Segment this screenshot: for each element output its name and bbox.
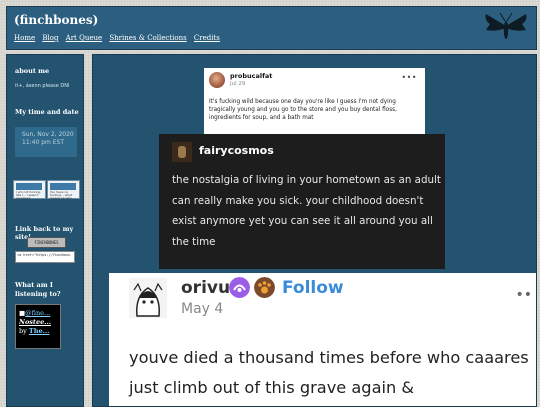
follow-button[interactable]: Follow (282, 278, 344, 298)
post-username[interactable]: orivu (181, 278, 230, 298)
post-body: It's fucking wild because one day you're… (209, 99, 397, 121)
avatar-figure (178, 146, 186, 158)
more-options-icon[interactable]: ••• (401, 73, 417, 82)
post-card: orivu Follow May 4 •• youve died a thous… (109, 273, 536, 406)
post-username[interactable]: probucalfat (230, 72, 272, 80)
post-card: fairycosmos the nostalgia of living in y… (159, 134, 445, 269)
about-heading: about me (15, 67, 50, 75)
stamp-text: You have no fucking... what means up why (50, 190, 73, 200)
post-date: May 4 (181, 301, 224, 317)
post-card: probucalfat Jul 29 ••• It's fucking wild… (204, 68, 425, 138)
avatar[interactable] (129, 278, 167, 318)
more-options-icon[interactable]: •• (515, 287, 532, 303)
sidebar: about me it+, ásenn please DNI My time a… (6, 54, 84, 407)
stamp-image-2[interactable]: You have no fucking... what means up why (47, 180, 80, 200)
moth-icon (485, 12, 527, 39)
stamp-text: I am not fucking like I... I wasn't equi… (16, 190, 41, 200)
site-button-badge[interactable]: FINCHBONES (27, 237, 66, 248)
stamp-image-1[interactable]: I am not fucking like I... I wasn't equi… (13, 180, 46, 200)
by-label: by (19, 327, 27, 335)
link-code-field[interactable]: <a href="https://finchbon. (15, 251, 75, 263)
now-playing-band-link[interactable]: The... (29, 327, 50, 335)
now-playing-artist-link[interactable]: @fine... (25, 309, 50, 317)
now-playing-widget: ■@fine... Nostee... by The... (15, 304, 61, 349)
stamp-bar (16, 183, 42, 190)
post-username[interactable]: fairycosmos (199, 144, 274, 157)
site-header: (finchbones) Home Blog Art Queue Shrines… (6, 6, 537, 50)
clock-date: Sun, Nov 2, 2020 (22, 131, 74, 138)
nav-shrines-link[interactable]: Shrines & Collections (109, 34, 186, 42)
main-nav: Home Blog Art Queue Shrines & Collection… (14, 34, 225, 42)
clock-widget: Sun, Nov 2, 2020 11:40 pm EST (15, 127, 77, 157)
post-body: the nostalgia of living in your hometown… (172, 174, 441, 248)
paw-badge-icon (254, 277, 275, 298)
nav-home-link[interactable]: Home (14, 34, 35, 42)
nav-credits-link[interactable]: Credits (194, 34, 220, 42)
time-heading: My time and date (15, 108, 79, 116)
avatar[interactable] (172, 142, 192, 162)
main-content: probucalfat Jul 29 ••• It's fucking wild… (92, 54, 537, 407)
badge-icon (229, 277, 250, 298)
nav-art-queue-link[interactable]: Art Queue (66, 34, 102, 42)
about-text: it+, ásenn please DNI (15, 83, 70, 89)
now-playing-track-link[interactable]: Nostee... (19, 318, 51, 326)
listening-heading: What am I listening to? (15, 281, 61, 298)
stamp-bar (50, 183, 76, 190)
nav-blog-link[interactable]: Blog (42, 34, 58, 42)
clock-time: 11:40 pm EST (22, 139, 65, 146)
post-date: Jul 29 (230, 81, 246, 87)
post-body: youve died a thousand times before who c… (129, 348, 529, 397)
avatar[interactable] (209, 72, 225, 88)
site-title: (finchbones) (14, 13, 99, 27)
